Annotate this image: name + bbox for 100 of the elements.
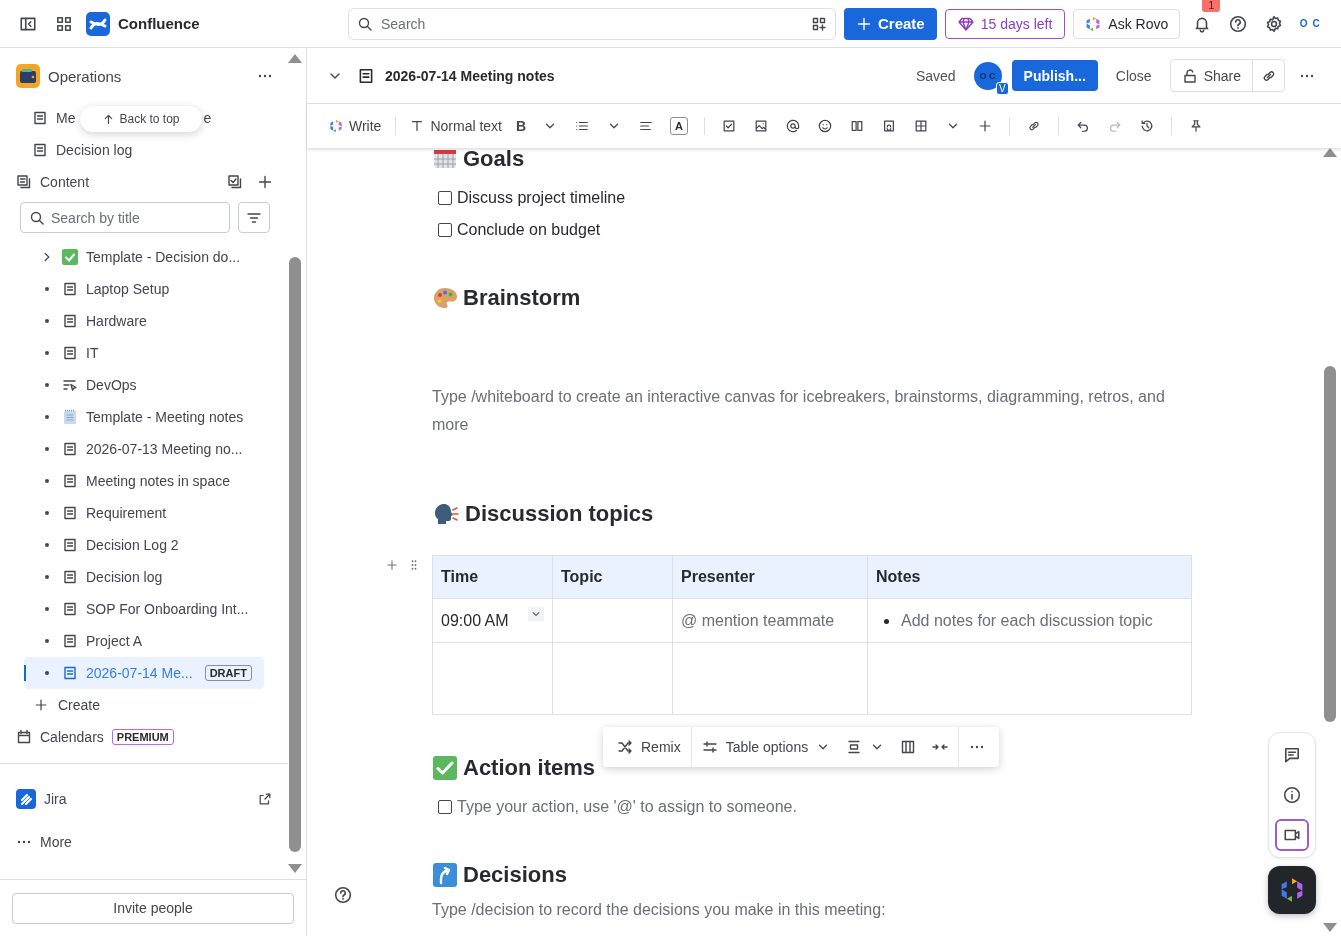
- invite-people-button[interactable]: Invite people: [12, 892, 294, 924]
- tree-item[interactable]: Template - Meeting notes: [24, 401, 264, 433]
- page-icon: [62, 441, 78, 457]
- tree-item[interactable]: 2026-07-14 Me... DRAFT: [24, 657, 264, 689]
- premium-badge: PREMIUM: [111, 729, 174, 745]
- comment-icon: [1283, 746, 1301, 764]
- sidebar-item[interactable]: Jira: [44, 791, 67, 807]
- link-icon: [1027, 119, 1041, 133]
- unlock-icon: [1181, 67, 1198, 84]
- add-apps-icon: [811, 15, 827, 32]
- search-icon: [29, 210, 45, 226]
- page-icon: [62, 313, 78, 329]
- title-search-field[interactable]: Search by title: [20, 202, 230, 233]
- task-text: Conclude on budget: [457, 220, 601, 239]
- rovo-logo-icon: [329, 119, 343, 133]
- help-icon: [1229, 14, 1248, 33]
- diamond-icon: [957, 15, 974, 32]
- tree-item[interactable]: SOP For Onboarding Int...: [24, 593, 264, 625]
- content-heading[interactable]: Content: [40, 174, 90, 190]
- notes-field[interactable]: Add notes for each discussion topic: [867, 598, 1192, 643]
- checkbox-stack-icon: [227, 174, 243, 190]
- more-icon: [969, 745, 986, 749]
- page-icon: [62, 473, 78, 489]
- close-button[interactable]: Close: [1105, 67, 1162, 84]
- table-options-dropdown[interactable]: Table options: [695, 732, 837, 762]
- save-status: Saved: [915, 67, 956, 84]
- app-grid-icon: [55, 14, 73, 33]
- back-to-top-button[interactable]: Back to top: [80, 106, 202, 132]
- task-checkbox[interactable]: [438, 190, 452, 205]
- at-sign-icon: [786, 119, 800, 133]
- publish-button[interactable]: Publish...: [1011, 60, 1098, 91]
- page-icon: [32, 110, 48, 126]
- image-icon: [754, 119, 768, 133]
- sync-page-icon: [882, 119, 896, 133]
- page-icon: [62, 345, 78, 361]
- text-style-dropdown[interactable]: Normal text: [406, 112, 506, 140]
- wallet-space-icon: [16, 64, 40, 88]
- table-cell: 09:00 AM: [441, 611, 509, 630]
- placeholder-text: Type /decision to record the decisions you make in this meeting:: [432, 900, 887, 920]
- sidebar-item[interactable]: e: [203, 110, 212, 126]
- search-field[interactable]: Search: [348, 7, 836, 40]
- rovo-chat-button[interactable]: [1268, 866, 1316, 914]
- redo-icon: [1108, 119, 1122, 133]
- tree-item[interactable]: Decision Log 2: [24, 529, 264, 561]
- tree-item[interactable]: Laptop Setup: [24, 273, 264, 305]
- tree-item[interactable]: DevOps: [24, 369, 264, 401]
- external-link-icon: [258, 792, 272, 806]
- content-icon: [16, 174, 32, 190]
- text-color-button[interactable]: A: [670, 117, 688, 135]
- trial-button[interactable]: 15 days left: [944, 8, 1066, 39]
- create-button[interactable]: Create: [844, 7, 937, 40]
- create-link[interactable]: Create: [58, 697, 101, 713]
- draft-badge: DRAFT: [204, 665, 252, 681]
- tree-item[interactable]: 2026-07-13 Meeting no...: [24, 433, 264, 465]
- sidebar-item[interactable]: Decision log: [56, 142, 133, 158]
- space-name[interactable]: Operations: [48, 67, 122, 85]
- time-dropdown-button[interactable]: [528, 606, 544, 621]
- rovo-logo-icon: [1085, 15, 1102, 32]
- section-heading: Brainstorm: [463, 285, 581, 311]
- ask-rovo-button[interactable]: Ask Rovo: [1073, 8, 1181, 39]
- tree-item[interactable]: Requirement: [24, 497, 264, 529]
- tree-item[interactable]: Project A: [24, 625, 264, 657]
- settings-icon: [1265, 14, 1284, 33]
- calendars-item[interactable]: Calendars: [40, 729, 104, 745]
- section-heading: Goals: [463, 146, 525, 172]
- calendar-icon: [16, 729, 32, 745]
- page-icon: [32, 142, 48, 158]
- remix-button[interactable]: Remix: [611, 732, 687, 762]
- info-icon: [1283, 786, 1301, 804]
- tree-item[interactable]: Template - Decision do...: [24, 241, 264, 273]
- tree-item[interactable]: Meeting notes in space: [24, 465, 264, 497]
- column-header: Notes: [867, 555, 1192, 599]
- page-icon: [62, 281, 78, 297]
- tree-item[interactable]: IT: [24, 337, 264, 369]
- smiley-icon: [818, 119, 832, 133]
- section-heading: Discussion topics: [465, 501, 654, 527]
- mention-field[interactable]: @ mention teammate: [672, 598, 868, 643]
- task-checkbox[interactable]: [438, 222, 452, 237]
- write-button[interactable]: Write: [325, 112, 386, 140]
- column-header: Time: [432, 555, 553, 599]
- app-name: Confluence: [118, 15, 200, 32]
- sidebar-item[interactable]: Me: [56, 110, 76, 126]
- tree-item[interactable]: Hardware: [24, 305, 264, 337]
- video-button[interactable]: [1275, 819, 1309, 851]
- list-pointer-icon: [62, 377, 78, 393]
- section-heading: Decisions: [463, 862, 567, 888]
- bold-button[interactable]: B: [510, 112, 532, 140]
- align-left-icon: [639, 119, 653, 133]
- action-input-field[interactable]: Type your action, use '@' to assign to someone.: [457, 797, 797, 816]
- rovo-logo-icon: [1279, 877, 1305, 903]
- confluence-logo-icon: [86, 11, 110, 36]
- plus-icon: [386, 559, 398, 571]
- filter-button[interactable]: [238, 202, 270, 233]
- jira-logo-icon: [16, 789, 36, 809]
- tree-item[interactable]: Decision log: [24, 561, 264, 593]
- task-checkbox[interactable]: [438, 799, 452, 814]
- more-icon: [1299, 73, 1315, 78]
- scrollbar[interactable]: [1323, 148, 1337, 932]
- page-icon: [62, 569, 78, 585]
- more-item[interactable]: More: [40, 834, 72, 850]
